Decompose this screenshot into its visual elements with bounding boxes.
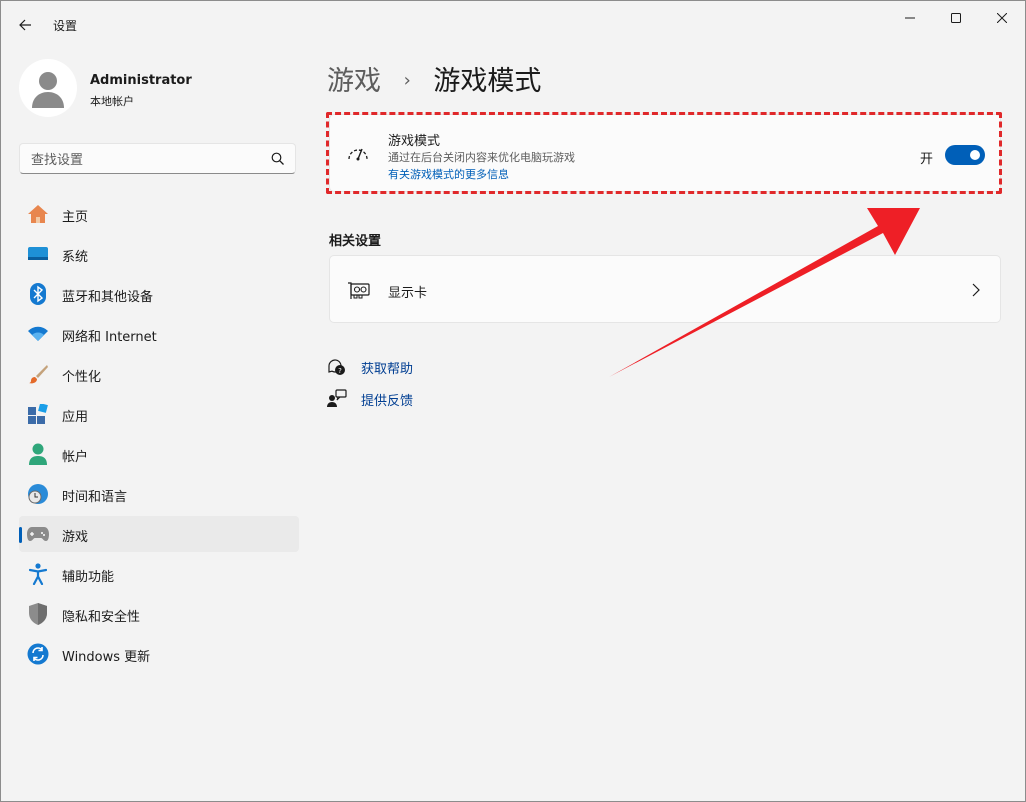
help-chat-icon: ? xyxy=(328,359,345,375)
sidebar-item-network[interactable]: 网络和 Internet xyxy=(19,316,299,352)
related-settings-heading: 相关设置 xyxy=(329,234,382,249)
bluetooth-icon xyxy=(27,283,49,305)
minimize-button[interactable] xyxy=(887,1,933,35)
app-title: 设置 xyxy=(53,19,78,33)
breadcrumb: 游戏 › 游戏模式 xyxy=(327,59,541,98)
sidebar-item-windows-update[interactable]: Windows 更新 xyxy=(19,636,299,672)
gamepad-icon xyxy=(27,523,49,545)
profile-account-type: 本地帐户 xyxy=(90,95,134,108)
home-icon xyxy=(27,203,49,225)
graphics-card-label: 显示卡 xyxy=(388,286,428,301)
game-mode-title: 游戏模式 xyxy=(388,134,441,149)
sidebar-item-bluetooth[interactable]: 蓝牙和其他设备 xyxy=(19,276,299,312)
game-mode-description: 通过在后台关闭内容来优化电脑玩游戏 xyxy=(388,151,575,164)
wifi-icon xyxy=(27,323,49,345)
svg-text:?: ? xyxy=(338,367,342,375)
game-mode-toggle[interactable] xyxy=(945,145,985,165)
toggle-state-label: 开 xyxy=(920,152,934,167)
graphics-card-icon xyxy=(348,282,370,299)
feedback-icon xyxy=(327,389,347,407)
breadcrumb-parent[interactable]: 游戏 xyxy=(327,66,381,97)
settings-window: 设置 Administrator 本地帐户 查找设置 主页 系统 蓝牙和其他设备… xyxy=(0,0,1026,802)
account-icon xyxy=(27,443,49,465)
avatar xyxy=(19,59,77,117)
sidebar-nav: 主页 系统 蓝牙和其他设备 网络和 Internet 个性化 应用 帐户 时间和… xyxy=(19,196,299,676)
sidebar-item-time-language[interactable]: 时间和语言 xyxy=(19,476,299,512)
clock-globe-icon xyxy=(27,483,49,505)
maximize-button[interactable] xyxy=(933,1,979,35)
game-mode-card: 游戏模式 通过在后台关闭内容来优化电脑玩游戏 有关游戏模式的更多信息 开 xyxy=(329,114,1001,192)
accessibility-icon xyxy=(27,563,49,585)
maximize-icon xyxy=(951,13,961,23)
breadcrumb-separator: › xyxy=(403,70,411,91)
apps-icon xyxy=(27,403,49,425)
back-arrow-icon xyxy=(19,19,31,31)
speedometer-icon xyxy=(348,148,368,161)
sidebar-item-privacy[interactable]: 隐私和安全性 xyxy=(19,596,299,632)
sidebar-item-personalization[interactable]: 个性化 xyxy=(19,356,299,392)
sidebar-item-system[interactable]: 系统 xyxy=(19,236,299,272)
update-icon xyxy=(27,643,49,665)
close-button[interactable] xyxy=(979,1,1025,35)
sidebar-item-gaming[interactable]: 游戏 xyxy=(19,516,299,552)
graphics-card-row[interactable]: 显示卡 xyxy=(329,255,1001,323)
search-icon[interactable] xyxy=(271,152,285,166)
back-button[interactable] xyxy=(11,11,39,39)
search-box[interactable] xyxy=(19,143,296,174)
user-avatar-icon xyxy=(32,72,64,108)
sidebar-item-accounts[interactable]: 帐户 xyxy=(19,436,299,472)
search-input[interactable] xyxy=(29,149,263,171)
profile-name: Administrator xyxy=(90,73,192,88)
sidebar-item-home[interactable]: 主页 xyxy=(19,196,299,232)
sidebar-item-accessibility[interactable]: 辅助功能 xyxy=(19,556,299,592)
game-mode-learn-more-link[interactable]: 有关游戏模式的更多信息 xyxy=(388,166,509,182)
system-icon xyxy=(27,243,49,265)
minimize-icon xyxy=(905,17,915,19)
close-icon xyxy=(997,13,1007,23)
shield-icon xyxy=(27,603,49,625)
sidebar-item-apps[interactable]: 应用 xyxy=(19,396,299,432)
chevron-right-icon xyxy=(972,283,980,297)
toggle-knob xyxy=(970,150,980,160)
title-bar: 设置 xyxy=(1,1,1025,49)
page-title: 游戏模式 xyxy=(433,66,542,97)
brush-icon xyxy=(27,363,49,385)
selection-indicator xyxy=(19,527,22,543)
